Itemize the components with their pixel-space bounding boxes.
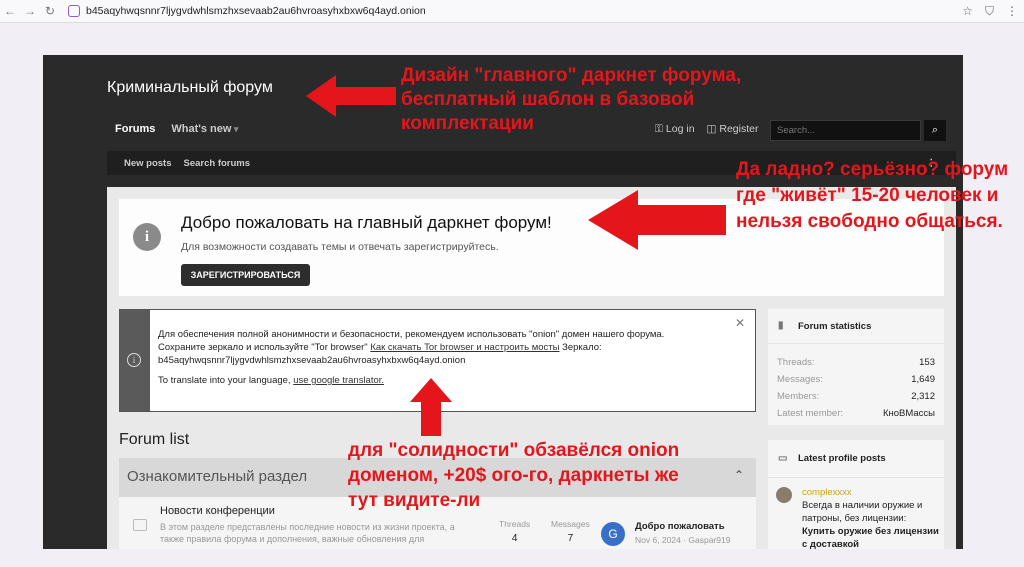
tor-guide-link[interactable]: Как скачать Tor browser и настроить мост… xyxy=(370,342,559,353)
tab-whats-new[interactable]: What's new xyxy=(171,123,238,135)
back-icon[interactable]: ← xyxy=(0,4,20,18)
stat-value: 1,649 xyxy=(911,374,935,385)
threads-label: Threads xyxy=(499,519,531,529)
post-bold-text: Купить оружие без лицензии с доставкой xyxy=(802,526,939,549)
info-icon: i xyxy=(133,223,161,251)
browser-toolbar: ← → ↻ b45aqyhwqsnnr7ljygvdwhlsmzhxsevaab… xyxy=(0,0,1024,23)
messages-stat: Messages 7 xyxy=(551,519,590,544)
last-post-title[interactable]: Добро пожаловать xyxy=(635,521,725,532)
arrow-up-icon xyxy=(410,378,452,436)
shield-icon[interactable]: ⛉ xyxy=(985,4,994,19)
statistics-title: Forum statistics xyxy=(798,320,872,332)
bar-chart-icon: ▮ xyxy=(778,320,784,331)
stat-value: 2,312 xyxy=(911,391,935,402)
messages-label: Messages xyxy=(551,519,590,529)
forward-icon[interactable]: → xyxy=(20,4,40,18)
site-title[interactable]: Криминальный форум xyxy=(107,79,273,97)
bookmark-star-icon[interactable]: ☆ xyxy=(962,4,973,19)
messages-value: 7 xyxy=(567,533,574,544)
new-posts-link[interactable]: New posts xyxy=(124,158,172,169)
forum-description: В этом разделе представлены последние но… xyxy=(160,522,455,544)
forum-list-title: Forum list xyxy=(119,431,190,448)
arrow-left-icon xyxy=(306,75,396,117)
stat-row: Members: 2,312 xyxy=(768,388,944,405)
chevron-up-icon[interactable]: ⌃ xyxy=(734,468,744,482)
avatar[interactable] xyxy=(776,487,792,503)
stat-row: Messages: 1,649 xyxy=(768,371,944,388)
mirror-address[interactable]: b45aqyhwqsnnr7ljygvdwhlsmzhxsevaab2au6hv… xyxy=(158,355,465,366)
stat-value: 153 xyxy=(919,357,935,368)
stat-row: Latest member: КноВМассы xyxy=(768,405,944,422)
stat-label: Members: xyxy=(777,391,820,402)
extension-icon[interactable]: ⋮ xyxy=(1006,4,1018,19)
mirror-label: Зеркало: xyxy=(562,342,602,353)
threads-stat: Threads 4 xyxy=(499,519,530,544)
stat-label: Latest member: xyxy=(777,408,843,419)
forum-icon xyxy=(133,519,147,531)
avatar[interactable]: G xyxy=(601,522,625,546)
profile-posts-panel: ▭ Latest profile posts complexxxx Всегда … xyxy=(768,440,944,549)
annotation-onion: для "солидности" обзавёлся onion доменом… xyxy=(348,440,680,511)
tab-forums[interactable]: Forums xyxy=(115,123,155,135)
search-forums-link[interactable]: Search forums xyxy=(184,158,251,169)
reload-icon[interactable]: ↻ xyxy=(40,4,60,18)
search-icon[interactable]: ⌕ xyxy=(924,120,946,141)
welcome-text: Для возможности создавать темы и отвечат… xyxy=(181,241,499,253)
address-bar[interactable]: b45aqyhwqsnnr7ljygvdwhlsmzhxsevaab2au6hv… xyxy=(86,5,426,17)
forum-statistics-panel: ▮ Forum statistics Threads: 153 Messages: 1,… xyxy=(768,309,944,425)
register-button[interactable]: ЗАРЕГИСТРИРОВАТЬСЯ xyxy=(181,264,310,286)
category-title[interactable]: Ознакомительный раздел xyxy=(127,468,307,485)
comment-icon: ▭ xyxy=(778,452,788,464)
arrow-left-icon xyxy=(588,190,726,250)
anon-line-2: Сохраните зеркало и используйте "Tor bro… xyxy=(158,342,368,353)
stat-row: Threads: 153 xyxy=(768,354,944,371)
annotation-design: Дизайн "главного" даркнет форума, беспла… xyxy=(401,65,742,134)
profile-posts-title: Latest profile posts xyxy=(798,453,886,464)
info-icon: i xyxy=(127,353,141,367)
profile-post: complexxxx Всегда в наличии оружие и пат… xyxy=(768,478,944,549)
annotation-welcome: Да ладно? серьёзно? форум где "живёт" 15… xyxy=(736,159,1009,232)
post-text: Всегда в наличии оружие и патроны, без л… xyxy=(802,500,923,524)
stat-label: Threads: xyxy=(777,357,815,368)
statistics-header: ▮ Forum statistics xyxy=(768,309,944,344)
onion-site-icon[interactable] xyxy=(68,5,80,17)
translate-text: To translate into your language, xyxy=(158,375,291,386)
stat-label: Messages: xyxy=(777,374,823,385)
stat-value: КноВМассы xyxy=(882,408,935,419)
profile-posts-header: ▭ Latest profile posts xyxy=(768,440,944,478)
top-navigation: Forums What's new xyxy=(115,123,238,135)
google-translator-link[interactable]: use google translator. xyxy=(293,375,384,386)
notice-side-bar: i xyxy=(120,310,150,411)
anon-line-1: Для обеспечения полной анонимности и без… xyxy=(158,329,665,340)
threads-value: 4 xyxy=(511,533,518,544)
post-username[interactable]: complexxxx xyxy=(802,486,944,499)
forum-name[interactable]: Новости конференции xyxy=(160,505,275,517)
last-post-meta: Nov 6, 2024 · Gaspar919 xyxy=(635,535,731,545)
welcome-heading: Добро пожаловать на главный даркнет фору… xyxy=(181,213,552,232)
